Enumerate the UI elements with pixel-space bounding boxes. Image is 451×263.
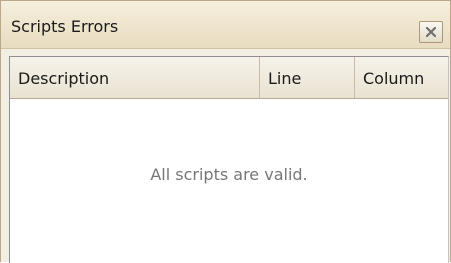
close-icon — [426, 27, 436, 37]
table-header: Description Line Column — [10, 57, 448, 99]
column-header-label: Line — [268, 69, 302, 88]
column-header-description[interactable]: Description — [10, 57, 260, 98]
scripts-errors-panel: Scripts Errors Description Line Column A… — [0, 0, 451, 263]
column-header-label: Description — [18, 69, 110, 88]
close-button[interactable] — [419, 21, 443, 43]
empty-state-message: All scripts are valid. — [150, 165, 308, 184]
panel-title: Scripts Errors — [11, 17, 119, 36]
column-header-label: Column — [363, 69, 425, 88]
errors-table: Description Line Column All scripts are … — [9, 56, 449, 263]
column-header-column[interactable]: Column — [355, 57, 448, 98]
panel-titlebar: Scripts Errors — [1, 1, 450, 49]
column-header-line[interactable]: Line — [260, 57, 355, 98]
